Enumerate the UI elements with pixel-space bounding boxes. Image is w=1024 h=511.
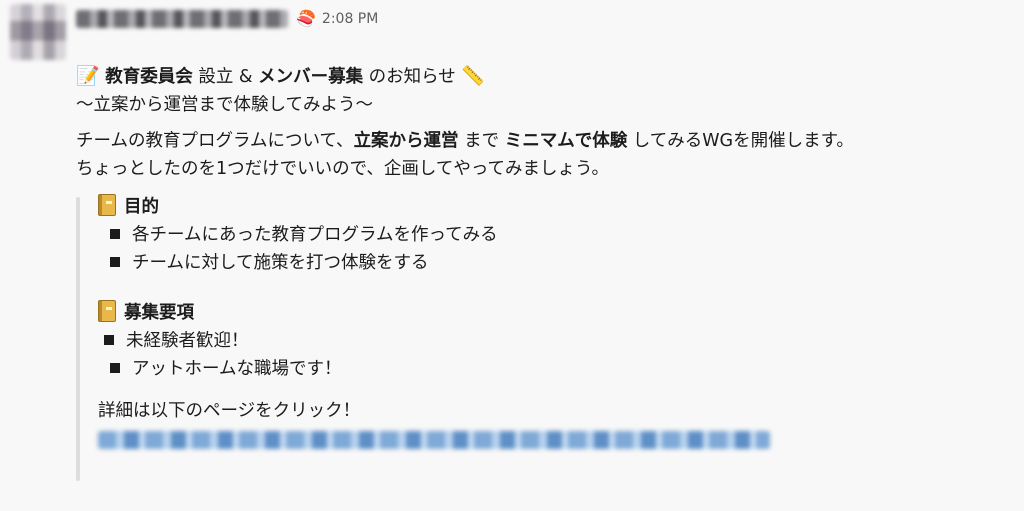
details-link[interactable]: [98, 431, 770, 449]
notebook-icon: [98, 300, 116, 322]
intro-text-3: まで: [458, 131, 505, 151]
memo-icon: 📝: [76, 65, 100, 87]
title-bold-1: 教育委員会: [105, 67, 193, 87]
recruitment-heading: 募集要項: [98, 299, 1016, 327]
intro-bold-2: 立案から運営: [353, 131, 459, 151]
black-square-icon: [110, 363, 120, 373]
intro-line-2: ちょっとしたのを1つだけでいいので、企画してやってみましょう。: [76, 159, 609, 179]
intro-text-1: チームの教育プログラムについて、: [76, 131, 354, 151]
intro-bold-4: ミニマムで体験: [504, 131, 628, 151]
black-square-icon: [110, 257, 120, 267]
quote-bar: [76, 197, 80, 481]
message-header: 🍣 2:08 PM: [76, 6, 378, 32]
purpose-heading: 目的: [98, 193, 1016, 221]
black-square-icon: [104, 335, 114, 345]
list-item: 未経験者歓迎！: [98, 327, 1016, 355]
title-text-4: のお知らせ: [363, 67, 462, 87]
notebook-icon: [98, 194, 116, 216]
list-item: チームに対して施策を打つ体験をする: [98, 249, 1016, 277]
sender-name[interactable]: [76, 10, 288, 28]
message: 🍣 2:08 PM 📝 教育委員会 設立 & メンバー募集 のお知らせ 📏 〜立…: [0, 0, 1024, 511]
title-line: 📝 教育委員会 設立 & メンバー募集 のお知らせ 📏: [76, 62, 1016, 91]
title-text-2: 設立 &: [192, 67, 259, 87]
avatar[interactable]: [10, 4, 66, 60]
title-bold-3: メンバー募集: [258, 67, 364, 87]
list-item: アットホームな職場です！: [98, 355, 1016, 383]
ruler-icon: 📏: [461, 65, 486, 87]
status-emoji-icon: 🍣: [296, 9, 316, 28]
black-square-icon: [110, 229, 120, 239]
intro-line-1: チームの教育プログラムについて、立案から運営 まで ミニマムで体験 してみるWG…: [76, 127, 1016, 155]
timestamp[interactable]: 2:08 PM: [322, 11, 378, 27]
list-item: 各チームにあった教育プログラムを作ってみる: [98, 221, 1016, 249]
blockquote: 目的 各チームにあった教育プログラムを作ってみる チームに対して施策を打つ体験を…: [76, 193, 1016, 481]
intro-text-5: してみるWGを開催します。: [627, 131, 854, 151]
subtitle: 〜立案から運営まで体験してみよう〜: [76, 95, 373, 115]
message-body: 📝 教育委員会 設立 & メンバー募集 のお知らせ 📏 〜立案から運営まで体験し…: [76, 62, 1016, 481]
details-text: 詳細は以下のページをクリック！: [98, 401, 361, 421]
